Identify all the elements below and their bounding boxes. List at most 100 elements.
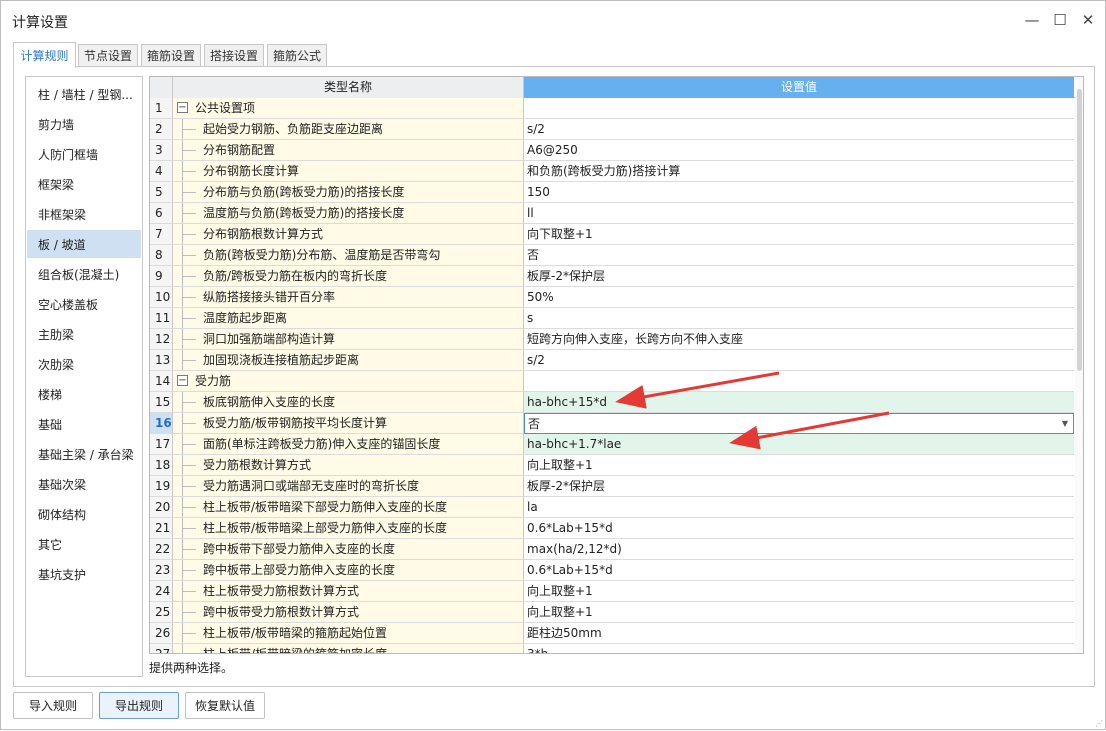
row-setting-value[interactable]: 板厚-2*保护层 <box>524 266 1074 287</box>
row-setting-value[interactable]: max(ha/2,12*d) <box>524 539 1074 560</box>
tree-line <box>182 549 196 550</box>
row-setting-value[interactable]: ha-bhc+1.7*lae <box>524 434 1074 455</box>
row-setting-value[interactable]: 距柱边50mm <box>524 623 1074 644</box>
component-list-item[interactable]: 空心楼盖板 <box>27 290 141 318</box>
table-row[interactable]: 15 板底钢筋伸入支座的长度 ha-bhc+15*d <box>150 392 1083 413</box>
tab-calc-rules[interactable]: 计算规则 <box>13 42 76 68</box>
maximize-icon[interactable]: ☐ <box>1046 7 1074 33</box>
component-list-item[interactable]: 非框架梁 <box>27 200 141 228</box>
component-list-item[interactable]: 板 / 坡道 <box>27 230 141 258</box>
table-row[interactable]: 19 受力筋遇洞口或端部无支座时的弯折长度 板厚-2*保护层 <box>150 476 1083 497</box>
row-setting-value[interactable]: 150 <box>524 182 1074 203</box>
table-row[interactable]: 1− 公共设置项 <box>150 98 1083 119</box>
row-setting-value[interactable]: 板厚-2*保护层 <box>524 476 1074 497</box>
import-rules-button[interactable]: 导入规则 <box>13 692 93 719</box>
row-setting-value[interactable]: 向上取整+1 <box>524 455 1074 476</box>
component-list-item[interactable]: 主肋梁 <box>27 320 141 348</box>
scrollbar-thumb[interactable] <box>1077 89 1082 371</box>
component-list-item[interactable]: 次肋梁 <box>27 350 141 378</box>
component-list-item[interactable]: 基础主梁 / 承台梁 <box>27 440 141 468</box>
component-list-item[interactable]: 楼梯 <box>27 380 141 408</box>
resize-grip-icon[interactable]: ⋰ <box>1095 719 1105 729</box>
row-setting-value[interactable]: 向下取整+1 <box>524 224 1074 245</box>
tab-stirrup-settings[interactable]: 箍筋设置 <box>141 44 201 66</box>
table-row[interactable]: 6 温度筋与负筋(跨板受力筋)的搭接长度 ll <box>150 203 1083 224</box>
row-setting-value[interactable]: ha-bhc+15*d <box>524 392 1074 413</box>
row-setting-value[interactable]: s/2 <box>524 119 1074 140</box>
table-row[interactable]: 5 分布筋与负筋(跨板受力筋)的搭接长度 150 <box>150 182 1083 203</box>
row-setting-value[interactable]: 短跨方向伸入支座，长跨方向不伸入支座 <box>524 329 1074 350</box>
table-row[interactable]: 7 分布钢筋根数计算方式 向下取整+1 <box>150 224 1083 245</box>
component-list-item[interactable]: 人防门框墙 <box>27 140 141 168</box>
row-setting-value[interactable]: 向上取整+1 <box>524 581 1074 602</box>
table-row[interactable]: 23 跨中板带上部受力筋伸入支座的长度 0.6*Lab+15*d <box>150 560 1083 581</box>
row-setting-value[interactable]: A6@250 <box>524 140 1074 161</box>
row-setting-value[interactable]: s/2 <box>524 350 1074 371</box>
chevron-down-icon[interactable]: ▼ <box>1062 414 1068 433</box>
row-setting-value[interactable]: 0.6*Lab+15*d <box>524 518 1074 539</box>
tab-lap-settings[interactable]: 搭接设置 <box>204 44 264 66</box>
setting-value-text: 50% <box>527 290 554 304</box>
component-list-item[interactable]: 基坑支护 <box>27 560 141 588</box>
row-setting-value[interactable] <box>524 371 1074 392</box>
tab-stirrup-formula[interactable]: 箍筋公式 <box>267 44 327 66</box>
row-type-label: 板底钢筋伸入支座的长度 <box>203 395 336 409</box>
table-row[interactable]: 22 跨中板带下部受力筋伸入支座的长度 max(ha/2,12*d) <box>150 539 1083 560</box>
row-number: 11 <box>150 308 173 329</box>
table-row[interactable]: 4 分布钢筋长度计算 和负筋(跨板受力筋)搭接计算 <box>150 161 1083 182</box>
row-setting-value[interactable]: 向上取整+1 <box>524 602 1074 623</box>
row-setting-value[interactable]: 50% <box>524 287 1074 308</box>
collapse-toggle-icon[interactable]: − <box>177 102 188 113</box>
restore-defaults-button[interactable]: 恢复默认值 <box>185 692 265 719</box>
export-rules-button[interactable]: 导出规则 <box>99 692 179 719</box>
component-list-item[interactable]: 剪力墙 <box>27 110 141 138</box>
setting-value-text: s <box>527 311 534 325</box>
row-setting-value[interactable]: 0.6*Lab+15*d <box>524 560 1074 581</box>
minimize-icon[interactable]: — <box>1018 7 1046 33</box>
component-list-item[interactable]: 柱 / 墙柱 / 型钢... <box>27 80 141 108</box>
vertical-scrollbar[interactable] <box>1075 77 1083 653</box>
table-row[interactable]: 14− 受力筋 <box>150 371 1083 392</box>
component-list-item[interactable]: 组合板(混凝土) <box>27 260 141 288</box>
component-list-item[interactable]: 基础次梁 <box>27 470 141 498</box>
tree-line <box>182 297 196 298</box>
row-setting-value[interactable]: 和负筋(跨板受力筋)搭接计算 <box>524 161 1074 182</box>
row-type-label: 柱上板带/板带暗梁的箍筋起始位置 <box>203 626 388 640</box>
row-setting-value[interactable] <box>524 98 1074 119</box>
tab-node-settings[interactable]: 节点设置 <box>78 44 138 66</box>
table-row[interactable]: 10 纵筋搭接接头错开百分率 50% <box>150 287 1083 308</box>
table-row[interactable]: 12 洞口加强筋端部构造计算 短跨方向伸入支座，长跨方向不伸入支座 <box>150 329 1083 350</box>
component-list-item[interactable]: 框架梁 <box>27 170 141 198</box>
table-row[interactable]: 24 柱上板带受力筋根数计算方式 向上取整+1 <box>150 581 1083 602</box>
table-row[interactable]: 13 加固现浇板连接植筋起步距离 s/2 <box>150 350 1083 371</box>
table-row[interactable]: 20 柱上板带/板带暗梁下部受力筋伸入支座的长度 la <box>150 497 1083 518</box>
table-row[interactable]: 8 负筋(跨板受力筋)分布筋、温度筋是否带弯勾 否 <box>150 245 1083 266</box>
component-list-item[interactable]: 其它 <box>27 530 141 558</box>
row-type-label: 纵筋搭接接头错开百分率 <box>203 290 336 304</box>
component-list-item[interactable]: 砌体结构 <box>27 500 141 528</box>
row-setting-value[interactable]: 否 <box>524 245 1074 266</box>
row-setting-value[interactable]: ll <box>524 203 1074 224</box>
table-row[interactable]: 18 受力筋根数计算方式 向上取整+1 <box>150 455 1083 476</box>
table-row[interactable]: 2 起始受力钢筋、负筋距支座边距离 s/2 <box>150 119 1083 140</box>
close-icon[interactable]: ✕ <box>1074 7 1102 33</box>
table-row[interactable]: 3 分布钢筋配置 A6@250 <box>150 140 1083 161</box>
setting-value-text: s/2 <box>527 353 545 367</box>
table-row[interactable]: 27 柱上板带/板带暗梁的箍筋加密长度 3*h <box>150 644 1083 653</box>
table-row[interactable]: 25 跨中板带受力筋根数计算方式 向上取整+1 <box>150 602 1083 623</box>
component-list-item[interactable]: 基础 <box>27 410 141 438</box>
table-row[interactable]: 21 柱上板带/板带暗梁上部受力筋伸入支座的长度 0.6*Lab+15*d <box>150 518 1083 539</box>
table-row[interactable]: 11 温度筋起步距离 s <box>150 308 1083 329</box>
table-row[interactable]: 17 面筋(单标注跨板受力筋)伸入支座的锚固长度 ha-bhc+1.7*lae <box>150 434 1083 455</box>
collapse-toggle-icon[interactable]: − <box>177 375 188 386</box>
table-row[interactable]: 9 负筋/跨板受力筋在板内的弯折长度 板厚-2*保护层 <box>150 266 1083 287</box>
table-row[interactable]: 16 板受力筋/板带钢筋按平均长度计算否 ▼ <box>150 413 1083 434</box>
table-row[interactable]: 26 柱上板带/板带暗梁的箍筋起始位置 距柱边50mm <box>150 623 1083 644</box>
value-dropdown[interactable]: 否 ▼ <box>524 413 1074 434</box>
row-setting-value[interactable]: 3*h <box>524 644 1074 653</box>
row-number: 13 <box>150 350 173 371</box>
row-number: 24 <box>150 581 173 602</box>
setting-value-text: ha-bhc+15*d <box>527 395 608 409</box>
row-setting-value[interactable]: s <box>524 308 1074 329</box>
row-setting-value[interactable]: la <box>524 497 1074 518</box>
